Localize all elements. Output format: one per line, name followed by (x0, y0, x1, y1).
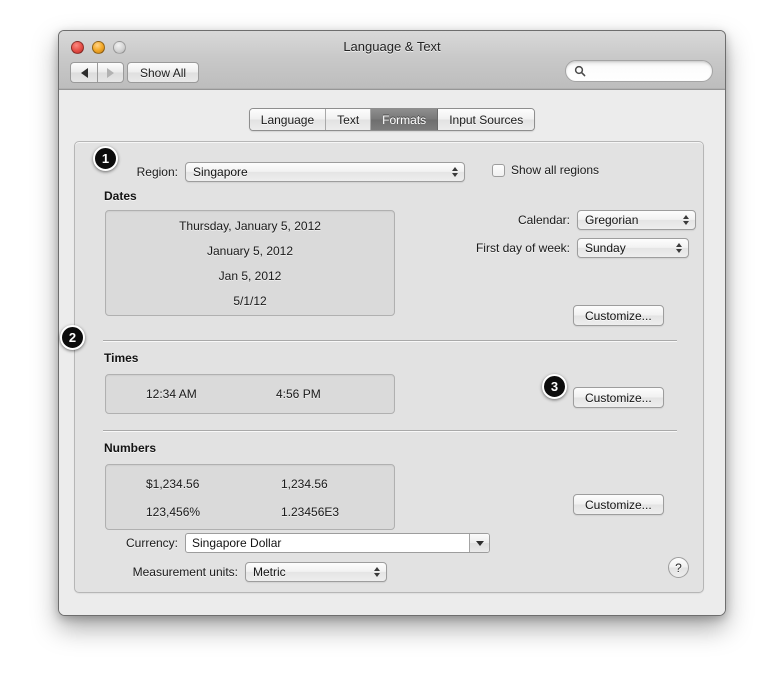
numbers-heading: Numbers (104, 441, 157, 455)
calendar-value: Gregorian (585, 213, 639, 227)
show-all-regions-label: Show all regions (511, 163, 600, 177)
dates-customize-button[interactable]: Customize... (573, 305, 664, 326)
show-all-label: Show All (140, 65, 187, 80)
callout-badge-3: 3 (542, 374, 567, 399)
times-customize-button[interactable]: Customize... (573, 387, 664, 408)
time-sample-pm: 4:56 PM (276, 387, 321, 401)
currency-row: Currency: Singapore Dollar (83, 533, 490, 553)
date-sample-medium: Jan 5, 2012 (218, 268, 282, 283)
region-popup[interactable]: Singapore (185, 162, 465, 182)
measurement-popup-arrows-icon (374, 567, 380, 577)
times-sample-field: 12:34 AM 4:56 PM (105, 374, 395, 414)
region-value: Singapore (193, 165, 248, 179)
back-arrow-icon (80, 67, 88, 78)
calendar-label: Calendar: (517, 213, 570, 227)
window-title: Language & Text (343, 39, 441, 54)
measurement-popup[interactable]: Metric (245, 562, 387, 582)
dates-heading: Dates (104, 189, 137, 203)
search-field[interactable] (565, 60, 713, 82)
help-button[interactable]: ? (668, 557, 689, 578)
formats-panel: Region: Singapore Show all regions Dates… (74, 141, 704, 593)
search-icon (574, 65, 586, 77)
first-day-label: First day of week: (475, 241, 570, 255)
region-row: Region: Singapore (120, 162, 465, 182)
number-sample-percent: 123,456% (146, 505, 201, 519)
navigation-buttons (70, 62, 124, 83)
time-sample-am: 12:34 AM (146, 387, 197, 401)
tab-input-sources-label: Input Sources (449, 112, 524, 127)
first-day-row: First day of week: Sunday (445, 238, 689, 258)
show-all-regions-row[interactable]: Show all regions (492, 163, 599, 177)
currency-value: Singapore Dollar (192, 536, 282, 550)
date-sample-full: January 5, 2012 (206, 243, 294, 258)
tab-language-label: Language (260, 112, 315, 127)
number-sample-scientific: 1.23456E3 (281, 505, 340, 519)
search-input[interactable] (590, 64, 700, 78)
numbers-sample-field: $1,234.56 1,234.56 123,456% 1.23456E3 (105, 464, 395, 530)
date-sample-short: 5/1/12 (233, 293, 267, 308)
measurement-value: Metric (253, 565, 286, 579)
times-heading: Times (104, 351, 139, 365)
calendar-popup-arrows-icon (683, 215, 689, 225)
currency-dropdown-icon[interactable] (469, 534, 489, 552)
forward-button[interactable] (97, 62, 124, 83)
calendar-popup[interactable]: Gregorian (577, 210, 696, 230)
dates-sample-field: Thursday, January 5, 2012 January 5, 201… (105, 210, 395, 316)
tab-bar: Language Text Formats Input Sources (59, 108, 725, 131)
preferences-window: Language & Text Show All Language Text F… (58, 30, 726, 616)
currency-label: Currency: (125, 536, 178, 550)
help-label: ? (675, 560, 682, 575)
back-button[interactable] (70, 62, 97, 83)
tab-text-label: Text (337, 112, 360, 127)
forward-arrow-icon (107, 67, 114, 78)
measurement-row: Measurement units: Metric (83, 562, 387, 582)
show-all-button[interactable]: Show All (127, 62, 200, 83)
first-day-popup-arrows-icon (676, 243, 682, 253)
show-all-regions-checkbox[interactable] (492, 163, 505, 177)
numbers-customize-label: Customize... (585, 497, 652, 512)
first-day-value: Sunday (585, 241, 626, 255)
date-sample-long: Thursday, January 5, 2012 (179, 218, 321, 233)
window-body: Language Text Formats Input Sources Regi… (59, 90, 725, 615)
tab-formats-label: Formats (382, 112, 427, 127)
numbers-customize-button[interactable]: Customize... (573, 494, 664, 515)
number-sample-decimal: 1,234.56 (281, 477, 328, 491)
tab-text[interactable]: Text (326, 109, 372, 130)
region-label: Region: (136, 165, 178, 179)
divider-times-numbers (103, 430, 677, 431)
tab-language[interactable]: Language (249, 109, 327, 130)
divider-dates-times (103, 340, 677, 341)
currency-combobox[interactable]: Singapore Dollar (185, 533, 490, 553)
callout-badge-2: 2 (60, 325, 85, 350)
tab-formats[interactable]: Formats (371, 109, 439, 130)
calendar-row: Calendar: Gregorian (445, 210, 696, 230)
window-titlebar: Language & Text Show All (59, 31, 725, 90)
region-popup-arrows-icon (452, 167, 458, 177)
callout-badge-1: 1 (93, 146, 118, 171)
number-sample-currency: $1,234.56 (146, 477, 200, 491)
first-day-popup[interactable]: Sunday (577, 238, 689, 258)
measurement-label: Measurement units: (132, 565, 238, 579)
times-customize-label: Customize... (585, 390, 652, 405)
dates-customize-label: Customize... (585, 308, 652, 323)
tab-input-sources[interactable]: Input Sources (438, 109, 535, 130)
